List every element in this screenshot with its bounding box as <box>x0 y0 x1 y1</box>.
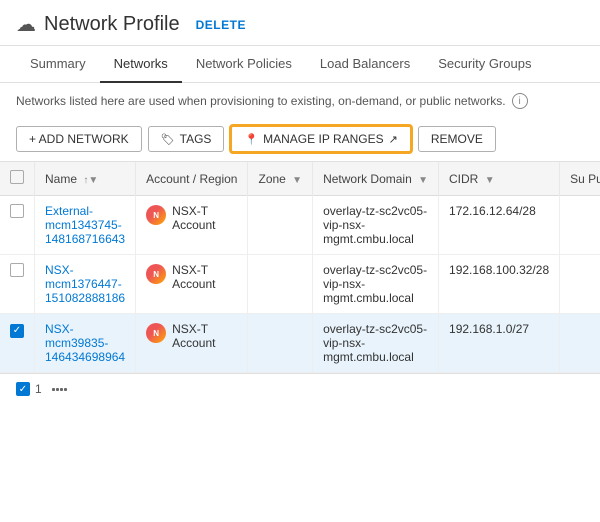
manage-ip-label: MANAGE IP RANGES <box>263 132 383 146</box>
tab-bar: Summary Networks Network Policies Load B… <box>0 46 600 83</box>
row-name-2: NSX-mcm39835-146434698964 <box>35 314 136 373</box>
col-cidr: CIDR ▼ <box>439 162 560 196</box>
tab-load-balancers[interactable]: Load Balancers <box>306 46 424 83</box>
location-icon: 📍 <box>244 133 258 146</box>
row-checkbox-1[interactable] <box>10 263 24 277</box>
tab-security-groups[interactable]: Security Groups <box>424 46 545 83</box>
row-checkbox-cell-1[interactable] <box>0 255 35 314</box>
cloud-icon: ☁ <box>16 12 36 37</box>
col-name: Name ↑▼ <box>35 162 136 196</box>
select-all-checkbox[interactable] <box>10 170 24 184</box>
sort-domain-icon[interactable]: ▼ <box>418 175 428 186</box>
manage-ip-ranges-button[interactable]: 📍 MANAGE IP RANGES ↗ <box>230 125 411 153</box>
info-bar: Networks listed here are used when provi… <box>0 83 600 119</box>
row-checkbox-0[interactable] <box>10 204 24 218</box>
tag-icon: 🏷 <box>161 133 175 146</box>
sort-name-icon[interactable]: ↑▼ <box>83 175 98 186</box>
tags-button[interactable]: 🏷 TAGS <box>148 126 225 152</box>
add-network-button[interactable]: + ADD NETWORK <box>16 126 142 152</box>
tab-networks[interactable]: Networks <box>100 46 182 83</box>
row-name-1: NSX-mcm1376447-151082888186 <box>35 255 136 314</box>
row-su-pu-2 <box>560 314 600 373</box>
footer: ✓ 1 <box>0 373 600 404</box>
footer-checked-icon: ✓ <box>16 382 30 396</box>
row-checkbox-cell-0[interactable] <box>0 196 35 255</box>
nsx-icon-2: N <box>146 323 166 343</box>
row-name-link-1[interactable]: NSX-mcm1376447-151082888186 <box>45 263 125 305</box>
nsx-icon-1: N <box>146 264 166 284</box>
select-all-header[interactable] <box>0 162 35 196</box>
networks-table: Name ↑▼ Account / Region Zone ▼ Network … <box>0 162 600 373</box>
info-text: Networks listed here are used when provi… <box>16 94 506 108</box>
tab-summary[interactable]: Summary <box>16 46 100 83</box>
row-account-label-0: NSX-T Account <box>172 204 237 232</box>
row-network-domain-0: overlay-tz-sc2vc05-vip-nsx-mgmt.cmbu.loc… <box>313 196 439 255</box>
col-su-pu: Su Pu <box>560 162 600 196</box>
row-cidr-2: 192.168.1.0/27 <box>439 314 560 373</box>
info-icon: i <box>512 93 528 109</box>
row-checkbox-2[interactable]: ✓ <box>10 324 24 338</box>
table-wrap: Name ↑▼ Account / Region Zone ▼ Network … <box>0 161 600 373</box>
row-zone-1 <box>248 255 313 314</box>
row-cidr-1: 192.168.100.32/28 <box>439 255 560 314</box>
page-title: Network Profile <box>44 13 180 36</box>
table-row: NSX-mcm1376447-151082888186 N NSX-T Acco… <box>0 255 600 314</box>
row-zone-0 <box>248 196 313 255</box>
row-su-pu-1 <box>560 255 600 314</box>
selected-count-value: 1 <box>35 382 42 396</box>
cursor-icon: ↗ <box>389 133 398 146</box>
row-account-1: N NSX-T Account <box>136 255 248 314</box>
row-zone-2 <box>248 314 313 373</box>
sort-cidr-icon[interactable]: ▼ <box>485 175 495 186</box>
grid-view-icon[interactable] <box>52 388 67 391</box>
row-account-label-2: NSX-T Account <box>172 322 237 350</box>
col-account-region: Account / Region <box>136 162 248 196</box>
sort-zone-icon[interactable]: ▼ <box>292 175 302 186</box>
nsx-icon-0: N <box>146 205 166 225</box>
table-row: External-mcm1343745-148168716643 N NSX-T… <box>0 196 600 255</box>
col-zone: Zone ▼ <box>248 162 313 196</box>
row-name-0: External-mcm1343745-148168716643 <box>35 196 136 255</box>
row-checkbox-cell-2[interactable]: ✓ <box>0 314 35 373</box>
row-account-label-1: NSX-T Account <box>172 263 237 291</box>
delete-button[interactable]: DELETE <box>196 18 246 32</box>
row-su-pu-0 <box>560 196 600 255</box>
tab-network-policies[interactable]: Network Policies <box>182 46 306 83</box>
table-row: ✓ NSX-mcm39835-146434698964 N NSX-T Acco… <box>0 314 600 373</box>
row-account-0: N NSX-T Account <box>136 196 248 255</box>
row-network-domain-2: overlay-tz-sc2vc05-vip-nsx-mgmt.cmbu.loc… <box>313 314 439 373</box>
row-account-2: N NSX-T Account <box>136 314 248 373</box>
toolbar: + ADD NETWORK 🏷 TAGS 📍 MANAGE IP RANGES … <box>0 119 600 161</box>
tags-label: TAGS <box>180 132 212 146</box>
col-network-domain: Network Domain ▼ <box>313 162 439 196</box>
row-name-link-2[interactable]: NSX-mcm39835-146434698964 <box>45 322 125 364</box>
row-name-link-0[interactable]: External-mcm1343745-148168716643 <box>45 204 125 246</box>
remove-button[interactable]: REMOVE <box>418 126 496 152</box>
selected-count: ✓ 1 <box>16 382 42 396</box>
header: ☁ Network Profile DELETE <box>0 0 600 46</box>
row-network-domain-1: overlay-tz-sc2vc05-vip-nsx-mgmt.cmbu.loc… <box>313 255 439 314</box>
row-cidr-0: 172.16.12.64/28 <box>439 196 560 255</box>
